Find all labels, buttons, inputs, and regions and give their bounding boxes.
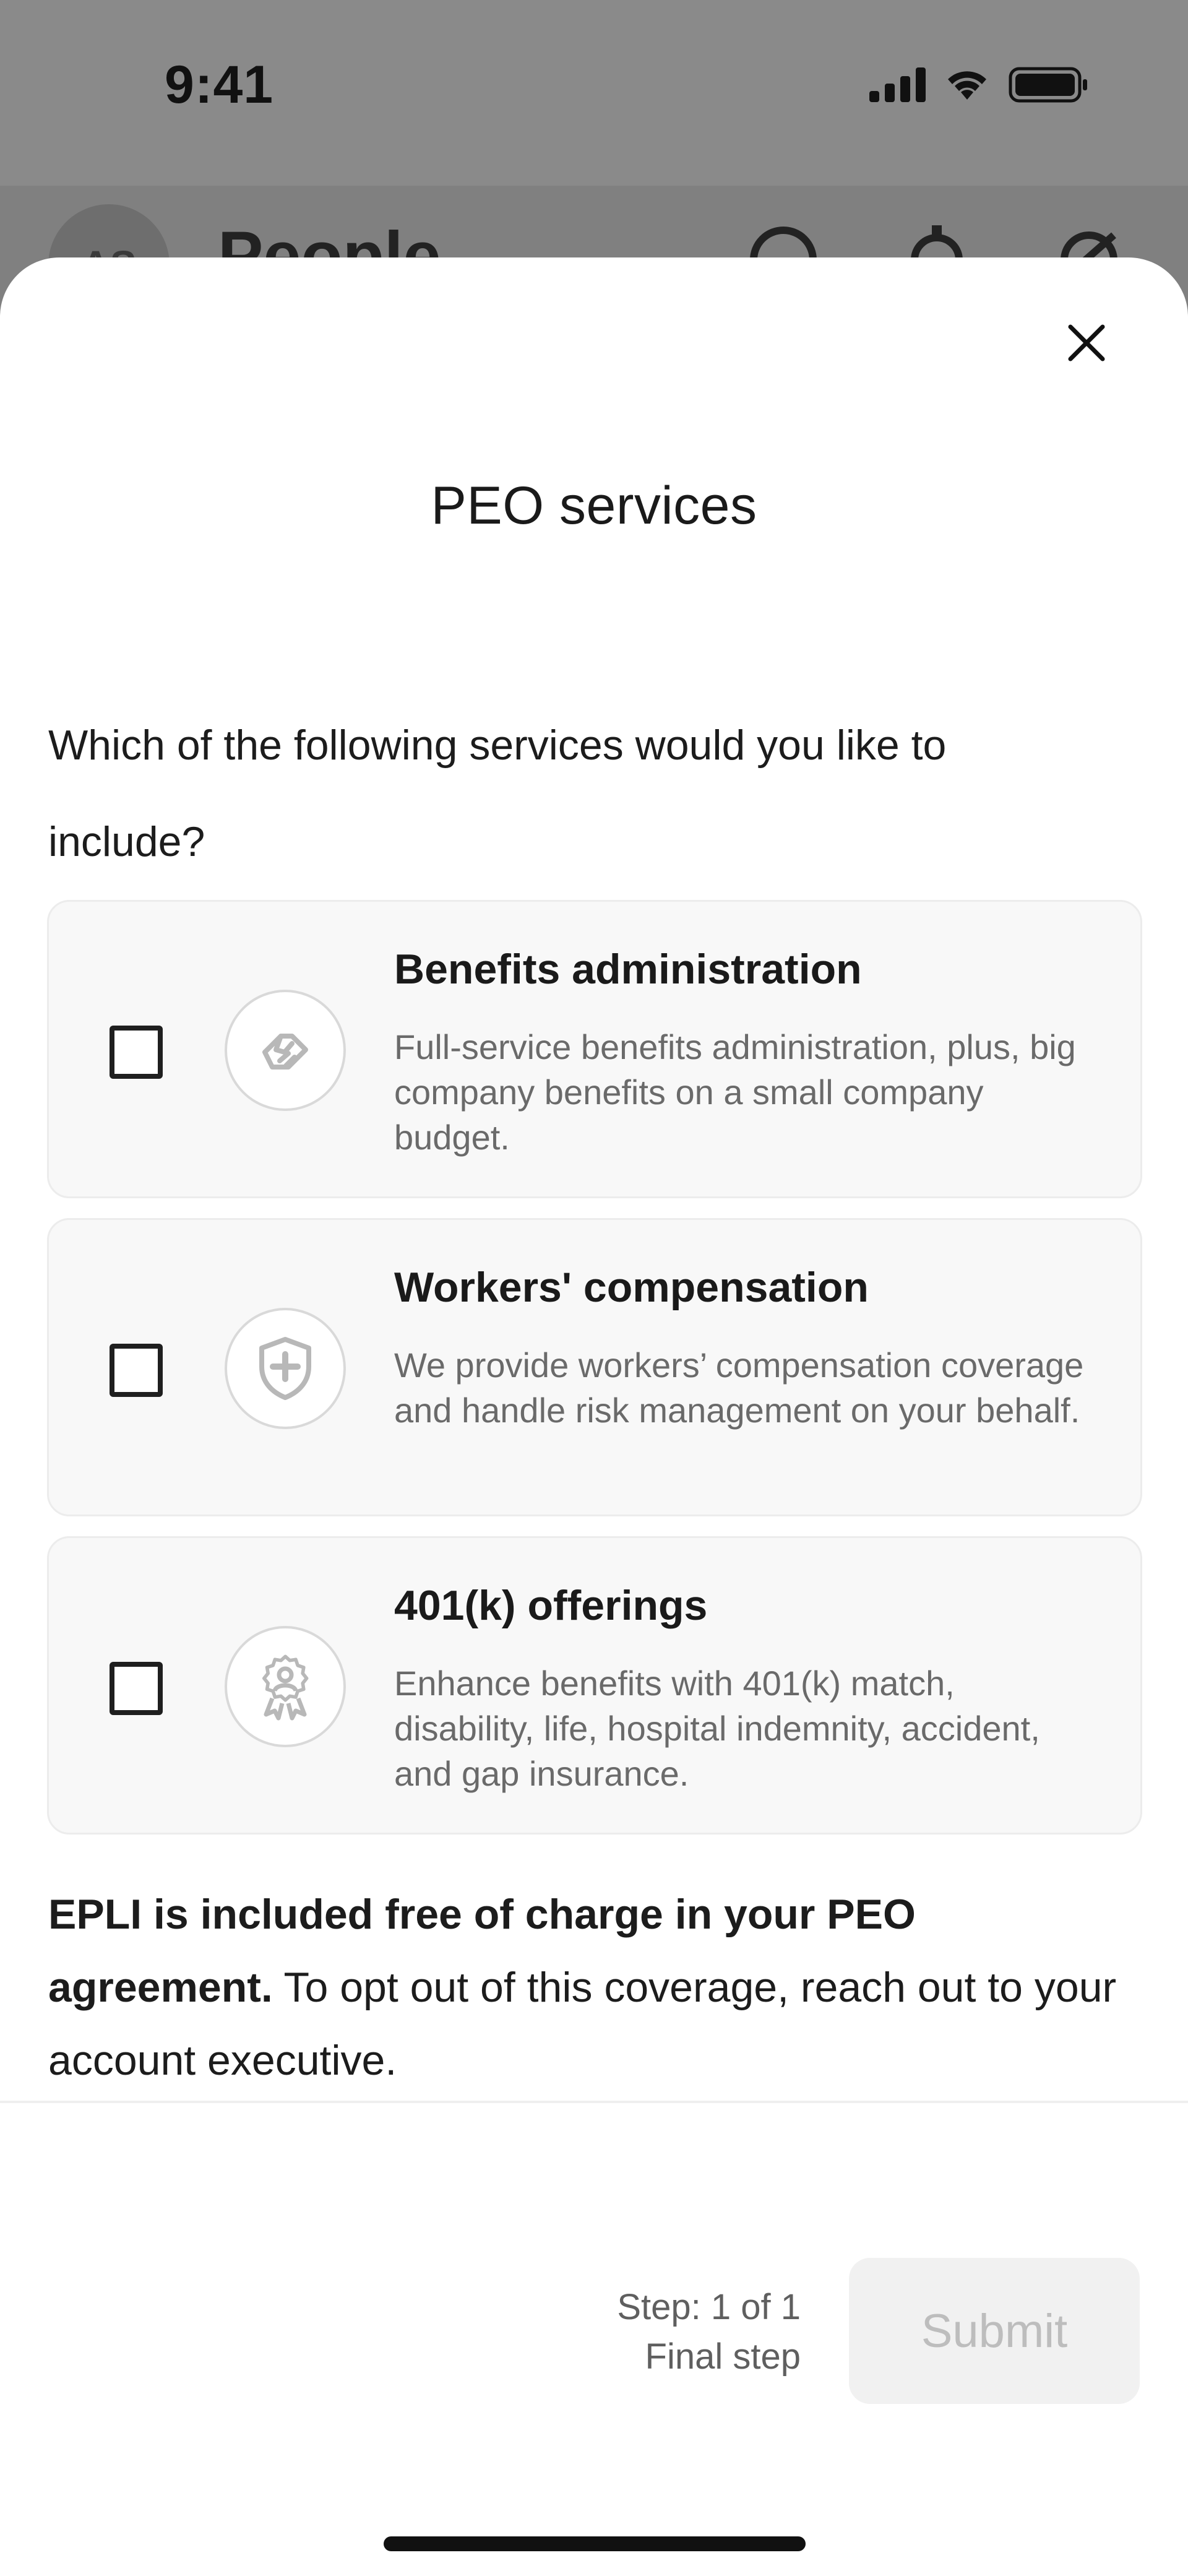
option-description: We provide workers’ compensation coverag… [394, 1346, 1084, 1430]
status-icons [869, 67, 1089, 103]
submit-button[interactable]: Submit [849, 2258, 1140, 2404]
option-title: 401(k) offerings [394, 1582, 708, 1629]
award-badge-icon [225, 1626, 346, 1747]
option-workers-compensation[interactable]: Workers' compensation We provide workers… [47, 1218, 1142, 1516]
option-title: Benefits administration [394, 946, 862, 993]
status-time: 9:41 [165, 55, 274, 115]
option-401k-offerings[interactable]: 401(k) offerings Enhance benefits with 4… [47, 1536, 1142, 1835]
close-icon [1068, 324, 1105, 361]
home-indicator[interactable] [384, 2536, 806, 2551]
option-description: Enhance benefits with 401(k) match, disa… [394, 1664, 1040, 1793]
step-subtitle: Final step [645, 2336, 801, 2377]
benefits-administration-checkbox[interactable] [110, 1026, 163, 1079]
wifi-icon [943, 67, 991, 102]
step-indicator: Step: 1 of 1 Final step [617, 2283, 801, 2382]
option-description: Full-service benefits administration, pl… [394, 1027, 1076, 1157]
cellular-signal-icon [869, 67, 926, 102]
workers-compensation-checkbox[interactable] [110, 1344, 163, 1397]
option-benefits-administration[interactable]: Benefits administration Full-service ben… [47, 900, 1142, 1198]
step-count: Step: 1 of 1 [617, 2287, 801, 2327]
epli-notice: EPLI is included free of charge in your … [48, 1878, 1137, 2097]
status-bar: 9:41 [0, 0, 1188, 179]
option-title: Workers' compensation [394, 1264, 869, 1311]
401k-offerings-checkbox[interactable] [110, 1662, 163, 1715]
sheet-footer: Step: 1 of 1 Final step Submit [0, 2101, 1188, 2576]
handshake-icon [225, 990, 346, 1111]
close-button[interactable] [1051, 307, 1122, 379]
battery-icon [1009, 67, 1089, 103]
shield-plus-icon [225, 1308, 346, 1429]
screen: 9:41 People PEO services Which of the fo… [0, 0, 1188, 2576]
services-question: Which of the following services would yo… [48, 722, 947, 865]
sheet-title: PEO services [431, 476, 757, 535]
